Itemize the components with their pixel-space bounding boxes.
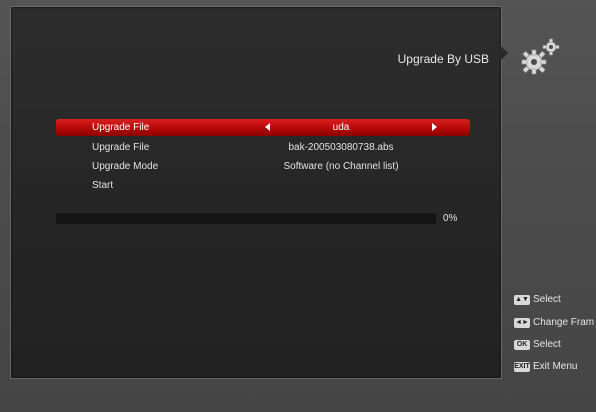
up-down-key-icon: ▲▼ [514, 294, 530, 305]
help-text: Change Fram [533, 317, 595, 328]
upgrade-progress-bar [56, 213, 436, 224]
help-item-select-updown: ▲▼ Select [514, 294, 561, 305]
help-text: Exit Menu [533, 361, 578, 372]
help-text: Select [533, 339, 561, 350]
help-text: Select [533, 294, 561, 305]
help-item-change-frame: ◄► Change Fram [514, 317, 594, 328]
menu-item-value: bak-200503080738.abs [288, 142, 394, 153]
osd-screen: Upgrade By USB Upgrade File uda Upgrade … [0, 0, 596, 412]
arrow-right-icon[interactable] [432, 123, 437, 131]
title-pointer [500, 45, 508, 61]
menu-item-label: Upgrade File [92, 142, 150, 153]
page-title: Upgrade By USB [397, 52, 489, 66]
menu-item-value: Software (no Channel list) [283, 161, 399, 172]
menu-item-upgrade-mode[interactable]: Upgrade Mode Software (no Channel list) [56, 158, 470, 175]
help-item-select-ok: OK Select [514, 339, 561, 350]
menu-item-upgrade-file-select[interactable]: Upgrade File uda [56, 119, 470, 136]
ok-key-icon: OK [514, 339, 530, 350]
exit-key-icon: EXIT [514, 361, 530, 372]
upgrade-progress-label: 0% [443, 213, 458, 224]
menu-item-label: Upgrade File [92, 122, 150, 133]
left-right-key-icon: ◄► [514, 317, 530, 328]
menu-item-label: Start [92, 180, 114, 191]
menu-item-upgrade-file-backup[interactable]: Upgrade File bak-200503080738.abs [56, 139, 470, 156]
menu-item-start[interactable]: Start [56, 177, 470, 194]
menu-item-label: Upgrade Mode [92, 161, 159, 172]
menu-item-value: uda [332, 122, 350, 133]
help-item-exit-menu: EXIT Exit Menu [514, 361, 577, 372]
settings-gears-icon [521, 38, 560, 75]
